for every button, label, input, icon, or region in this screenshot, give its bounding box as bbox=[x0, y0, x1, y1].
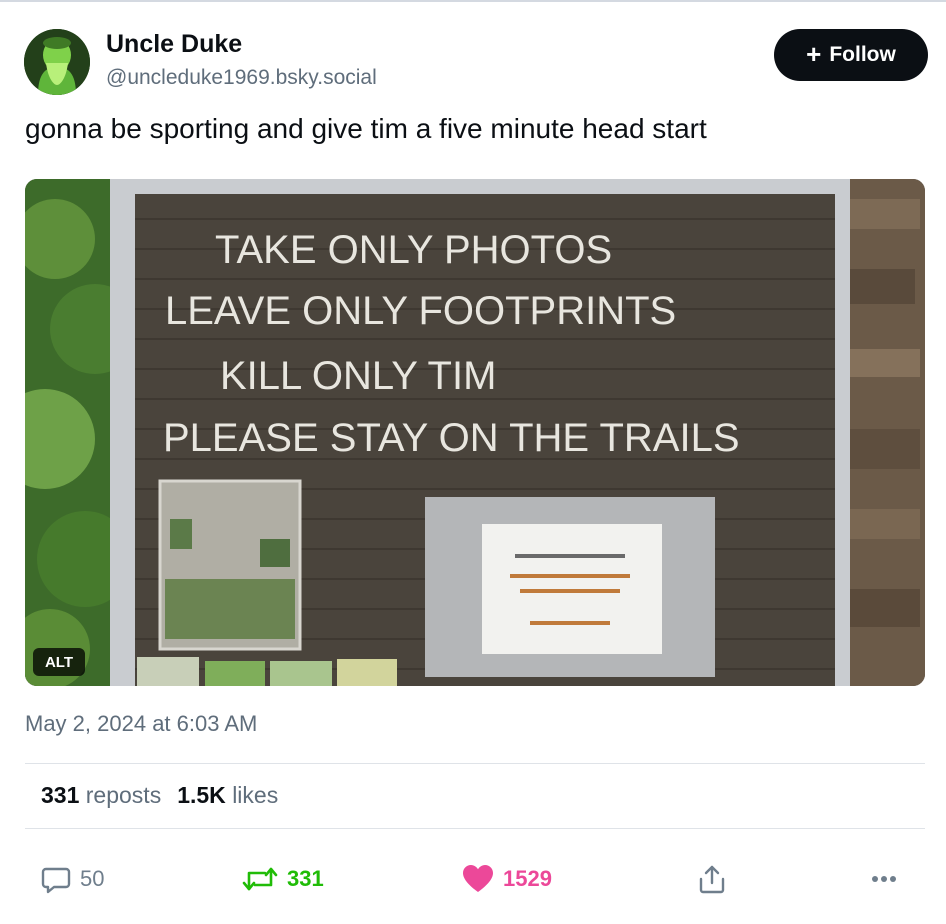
post-stats: 331 reposts 1.5K likes bbox=[41, 782, 278, 809]
repost-count: 331 bbox=[287, 866, 324, 891]
ellipsis-icon bbox=[868, 863, 900, 895]
plus-icon: + bbox=[806, 39, 822, 69]
sign-line-2: LEAVE ONLY FOOTPRINTS bbox=[165, 289, 676, 333]
post-text: gonna be sporting and give tim a five mi… bbox=[25, 113, 707, 144]
divider bbox=[25, 763, 925, 764]
follow-button-label: Follow bbox=[829, 43, 896, 66]
reposts-stat[interactable]: 331 reposts bbox=[41, 782, 161, 809]
likes-stat[interactable]: 1.5K likes bbox=[177, 782, 278, 809]
avatar[interactable] bbox=[24, 29, 90, 95]
likes-count: 1.5K bbox=[177, 782, 226, 808]
repost-button[interactable]: 331 bbox=[241, 862, 324, 896]
post-image[interactable]: TAKE ONLY PHOTOS LEAVE ONLY FOOTPRINTS K… bbox=[25, 179, 925, 686]
share-button[interactable] bbox=[697, 862, 727, 896]
follow-button[interactable]: + Follow bbox=[774, 29, 928, 81]
heart-icon bbox=[461, 863, 495, 895]
reply-button[interactable]: 50 bbox=[40, 862, 104, 896]
reply-count: 50 bbox=[80, 866, 105, 891]
sign-line-3: KILL ONLY TIM bbox=[220, 354, 496, 398]
like-count: 1529 bbox=[503, 866, 552, 891]
speech-bubble-icon bbox=[40, 863, 72, 895]
reposts-label: reposts bbox=[85, 782, 162, 808]
repost-icon bbox=[241, 863, 279, 895]
likes-label: likes bbox=[232, 782, 279, 808]
sign-line-4: PLEASE STAY ON THE TRAILS bbox=[163, 416, 740, 460]
reposts-count: 331 bbox=[41, 782, 80, 808]
share-icon bbox=[697, 863, 727, 895]
more-options-button[interactable] bbox=[868, 862, 900, 896]
like-button[interactable]: 1529 bbox=[461, 862, 552, 896]
author-handle[interactable]: @uncleduke1969.bsky.social bbox=[106, 66, 377, 90]
sign-line-1: TAKE ONLY PHOTOS bbox=[215, 228, 612, 272]
author-name[interactable]: Uncle Duke bbox=[106, 30, 242, 59]
divider bbox=[25, 828, 925, 829]
top-border bbox=[0, 0, 946, 2]
post-timestamp: May 2, 2024 at 6:03 AM bbox=[25, 711, 258, 736]
alt-text-badge[interactable]: ALT bbox=[33, 648, 85, 676]
